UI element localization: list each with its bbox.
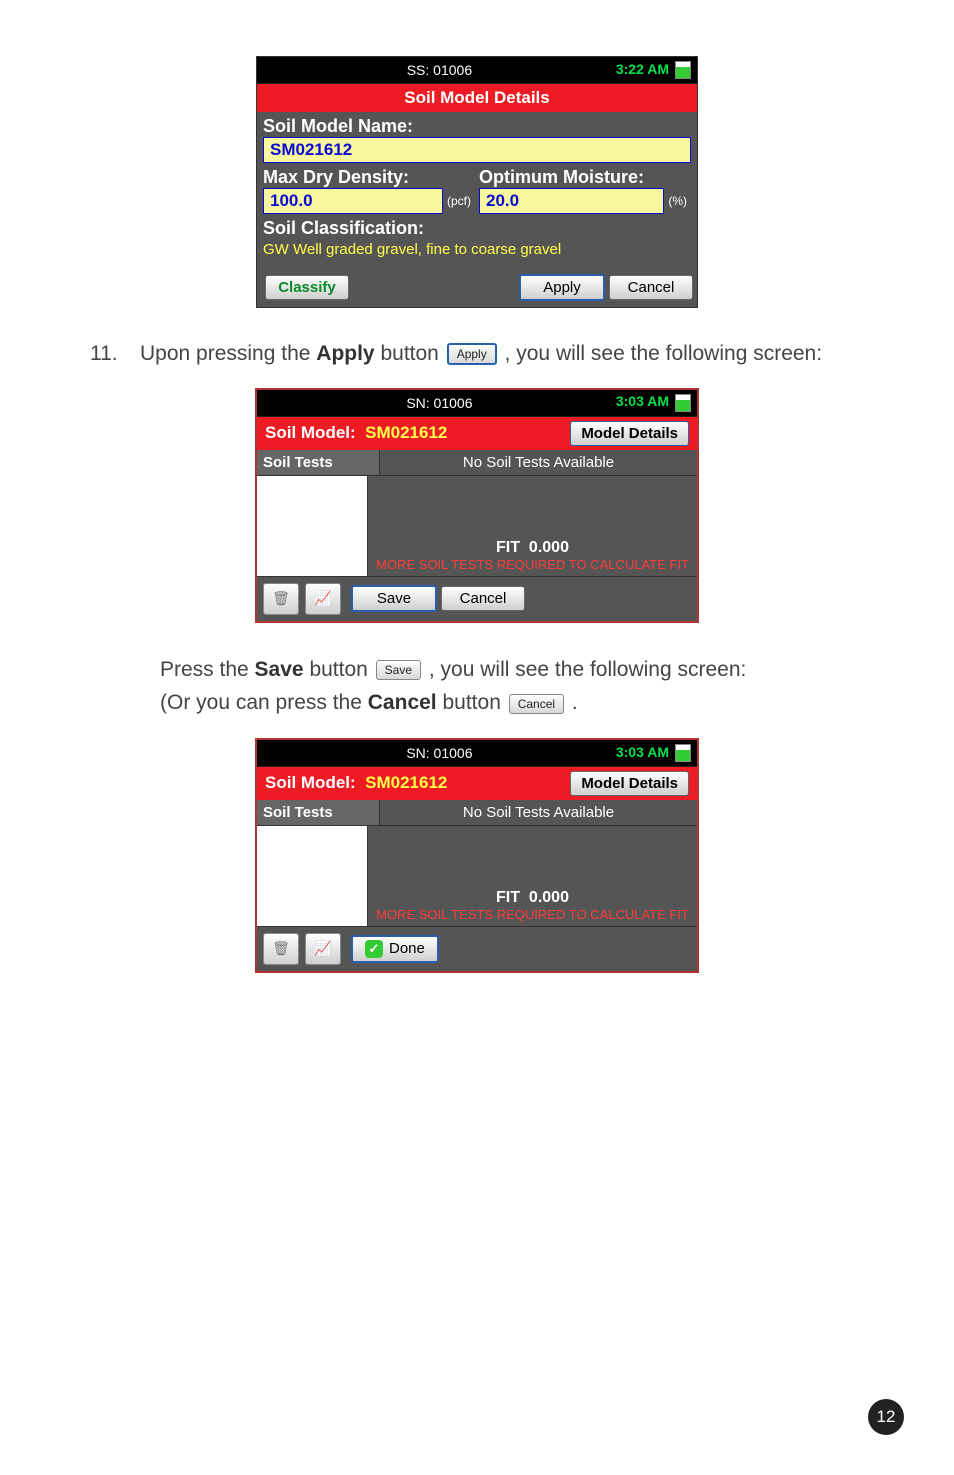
- table-header: Soil Tests No Soil Tests Available: [257, 450, 697, 476]
- status-serial: SN: 01006: [263, 395, 616, 411]
- p2-cancel-name: Cancel: [368, 691, 437, 714]
- inline-save-button: Save: [376, 660, 421, 680]
- optimum-moisture-input[interactable]: 20.0: [479, 188, 664, 214]
- graph-icon: 📈: [314, 590, 331, 607]
- fit-value: 0.000: [529, 539, 569, 556]
- status-serial: SN: 01006: [263, 745, 616, 761]
- no-tests-message: No Soil Tests Available: [380, 450, 697, 475]
- status-time: 3:22 AM: [616, 61, 669, 77]
- density-unit: (pcf): [443, 194, 475, 208]
- step-number: 11.: [90, 338, 140, 370]
- soil-classification-value: GW Well graded gravel, fine to coarse gr…: [263, 241, 691, 258]
- page-number-badge: 12: [868, 1399, 904, 1435]
- soil-tests-column-header: Soil Tests: [257, 800, 380, 825]
- model-header-bar: Soil Model: SM021612 Model Details: [257, 767, 697, 800]
- screen-soil-model-details: SS: 01006 3:22 AM Soil Model Details Soi…: [256, 56, 698, 308]
- p2-pre: Press the: [160, 658, 255, 681]
- max-density-input[interactable]: 100.0: [263, 188, 443, 214]
- model-details-button[interactable]: Model Details: [570, 771, 689, 796]
- status-bar: SS: 01006 3:22 AM: [257, 57, 697, 84]
- max-density-label: Max Dry Density:: [263, 167, 475, 188]
- fit-warning: MORE SOIL TESTS REQUIRED TO CALCULATE FI…: [376, 907, 689, 922]
- soil-model-name-label: Soil Model Name:: [263, 116, 691, 137]
- soil-tests-list: [257, 826, 368, 926]
- fit-panel: FIT 0.000 MORE SOIL TESTS REQUIRED TO CA…: [368, 476, 697, 576]
- soil-model-prefix: Soil Model: SM021612: [265, 773, 447, 793]
- status-time: 3:03 AM: [616, 744, 669, 760]
- fit-label: FIT: [496, 539, 520, 556]
- trash-icon: 🗑: [272, 940, 290, 957]
- battery-icon: [675, 744, 691, 762]
- battery-icon: [675, 61, 691, 79]
- moisture-unit: (%): [664, 194, 691, 208]
- model-header-bar: Soil Model: SM021612 Model Details: [257, 417, 697, 450]
- graph-icon: 📈: [314, 940, 331, 957]
- fit-value: 0.000: [529, 889, 569, 906]
- save-cancel-instruction: Press the Save button Save , you will se…: [160, 653, 894, 720]
- status-time: 3:03 AM: [616, 393, 669, 409]
- done-button[interactable]: ✓ Done: [351, 935, 439, 963]
- classify-button[interactable]: Classify: [265, 275, 349, 300]
- graph-icon-button[interactable]: 📈: [305, 583, 341, 615]
- graph-icon-button[interactable]: 📈: [305, 933, 341, 965]
- apply-button[interactable]: Apply: [519, 274, 605, 301]
- save-button[interactable]: Save: [351, 585, 437, 612]
- trash-icon: 🗑: [272, 590, 290, 607]
- soil-classification-label: Soil Classification:: [263, 218, 691, 239]
- soil-model-prefix: Soil Model: SM021612: [265, 423, 447, 443]
- soil-tests-column-header: Soil Tests: [257, 450, 380, 475]
- p2-line2-post: .: [572, 691, 578, 714]
- inline-cancel-button: Cancel: [509, 694, 564, 714]
- p2-line2-mid: button: [442, 691, 506, 714]
- cancel-button[interactable]: Cancel: [609, 275, 693, 300]
- no-tests-message: No Soil Tests Available: [380, 800, 697, 825]
- battery-icon: [675, 394, 691, 412]
- status-serial: SS: 01006: [263, 62, 616, 78]
- p2-mid2: , you will see the following screen:: [429, 658, 747, 681]
- fit-label: FIT: [496, 889, 520, 906]
- screen-soil-tests-save: SN: 01006 3:03 AM Soil Model: SM021612 M…: [255, 388, 699, 623]
- step-pre: Upon pressing the: [140, 342, 316, 365]
- step-11-text: 11. Upon pressing the Apply button Apply…: [90, 338, 894, 370]
- step-post: , you will see the following screen:: [505, 342, 823, 365]
- step-apply-name: Apply: [316, 342, 374, 365]
- screen-title-bar: Soil Model Details: [257, 84, 697, 112]
- status-bar: SN: 01006 3:03 AM: [257, 740, 697, 767]
- soil-model-name-input[interactable]: SM021612: [263, 137, 691, 163]
- model-details-button[interactable]: Model Details: [570, 421, 689, 446]
- delete-icon-button[interactable]: 🗑: [263, 933, 299, 965]
- check-icon: ✓: [365, 940, 383, 958]
- screen-title: Soil Model Details: [265, 88, 689, 108]
- table-header: Soil Tests No Soil Tests Available: [257, 800, 697, 826]
- soil-tests-list: [257, 476, 368, 576]
- status-bar: SN: 01006 3:03 AM: [257, 390, 697, 417]
- optimum-moisture-label: Optimum Moisture:: [479, 167, 691, 188]
- p2-mid1: button: [309, 658, 373, 681]
- fit-panel: FIT 0.000 MORE SOIL TESTS REQUIRED TO CA…: [368, 826, 697, 926]
- delete-icon-button[interactable]: 🗑: [263, 583, 299, 615]
- done-label: Done: [389, 940, 425, 957]
- p2-line2-pre: (Or you can press the: [160, 691, 368, 714]
- step-mid: button: [380, 342, 444, 365]
- inline-apply-button: Apply: [447, 343, 497, 365]
- cancel-button[interactable]: Cancel: [441, 586, 525, 611]
- fit-warning: MORE SOIL TESTS REQUIRED TO CALCULATE FI…: [376, 557, 689, 572]
- screen-soil-tests-done: SN: 01006 3:03 AM Soil Model: SM021612 M…: [255, 738, 699, 973]
- p2-save-name: Save: [255, 658, 304, 681]
